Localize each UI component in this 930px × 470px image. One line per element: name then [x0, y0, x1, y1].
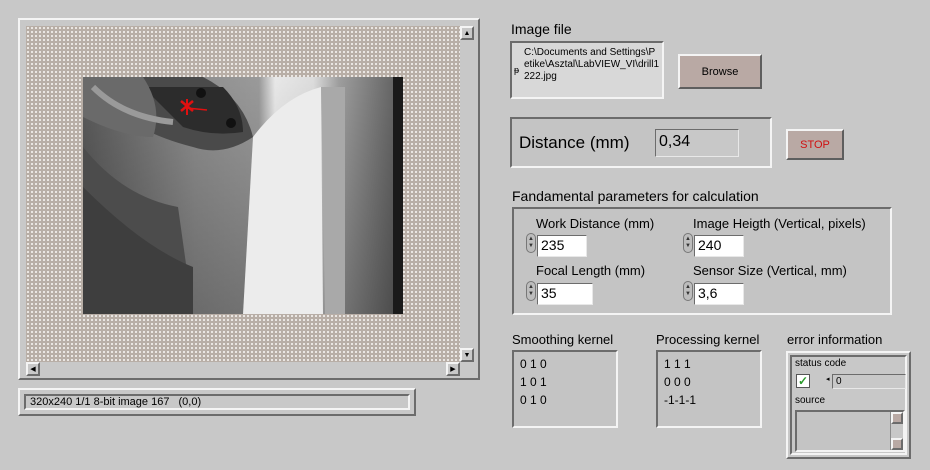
source-scroll-thumb[interactable]: [891, 412, 903, 424]
decrement-icon: ▼: [528, 243, 534, 249]
focal-length-input[interactable]: 35: [537, 283, 593, 305]
sensor-size-input[interactable]: 3,6: [694, 283, 744, 305]
image-height-spinner[interactable]: ▲ ▼: [683, 233, 693, 253]
image-file-path[interactable]: ᵽ C:\Documents and Settings\Petike\Aszta…: [510, 41, 664, 99]
sensor-size-label: Sensor Size (Vertical, mm): [693, 263, 847, 278]
arrow-up-icon: ▲: [463, 29, 471, 37]
distance-value: 0,34: [655, 129, 739, 157]
smoothing-kernel-input[interactable]: 0 1 0 1 0 1 0 1 0: [512, 350, 618, 428]
image-status-bar: 320x240 1/1 8-bit image 167 (0,0): [18, 388, 416, 416]
focal-length-spinner[interactable]: ▲ ▼: [526, 281, 536, 301]
source-scrollbar[interactable]: [890, 412, 903, 450]
increment-icon: ▲: [685, 284, 691, 290]
work-distance-input[interactable]: 235: [537, 235, 587, 257]
browse-button[interactable]: Browse: [678, 54, 762, 89]
increment-icon: ▲: [528, 236, 534, 242]
distance-label: Distance (mm): [519, 133, 630, 152]
checkmark-icon: ✓: [797, 374, 809, 388]
error-info-cluster: status code ✓ ◂ 0 source: [786, 351, 911, 459]
error-info-title: error information: [787, 332, 883, 347]
work-distance-label: Work Distance (mm): [536, 216, 655, 231]
cursor-coords: (0,0): [178, 396, 202, 408]
params-panel: Work Distance (mm) ▲ ▼ 235 Image Heigth (…: [512, 207, 892, 315]
stop-button[interactable]: STOP: [786, 129, 844, 160]
decrement-icon: ▼: [528, 291, 534, 297]
scroll-left-button[interactable]: ◀: [26, 362, 40, 376]
code-spinner-icon: ◂: [826, 376, 830, 383]
source-field: [795, 410, 905, 452]
increment-icon: ▲: [685, 236, 691, 242]
image-canvas[interactable]: [26, 26, 460, 362]
arrow-down-icon: ▼: [463, 351, 471, 359]
scroll-down-button[interactable]: ▼: [460, 348, 474, 362]
scroll-right-button[interactable]: ▶: [446, 362, 460, 376]
image-height-input[interactable]: 240: [694, 235, 744, 257]
distance-panel: Distance (mm) 0,34: [510, 117, 772, 168]
source-scroll-end[interactable]: [891, 438, 903, 450]
status-checkbox[interactable]: ✓: [796, 374, 810, 388]
arrow-left-icon: ◀: [30, 365, 36, 373]
scroll-up-button[interactable]: ▲: [460, 26, 474, 40]
focal-length-label: Focal Length (mm): [536, 263, 646, 278]
folder-icon: ᵽ: [514, 65, 520, 75]
drill-photo: [83, 77, 403, 314]
increment-icon: ▲: [528, 284, 534, 290]
work-distance-spinner[interactable]: ▲ ▼: [526, 233, 536, 253]
processing-kernel-input[interactable]: 1 1 1 0 0 0 -1-1-1: [656, 350, 762, 428]
image-horizontal-scrollbar[interactable]: ◀ ▶: [26, 362, 460, 376]
params-title: Fandamental parameters for calculation: [512, 188, 759, 204]
smoothing-kernel-label: Smoothing kernel: [512, 332, 614, 347]
image-file-label: Image file: [511, 21, 572, 37]
decrement-icon: ▼: [685, 243, 691, 249]
error-code-field: 0: [832, 374, 906, 389]
decrement-icon: ▼: [685, 291, 691, 297]
status-code-label: status code: [795, 358, 847, 369]
sensor-size-spinner[interactable]: ▲ ▼: [683, 281, 693, 301]
image-height-label: Image Heigth (Vertical, pixels): [693, 216, 866, 231]
image-vertical-scrollbar[interactable]: ▲ ▼: [460, 26, 474, 362]
arrow-right-icon: ▶: [450, 365, 456, 373]
image-info-text: 320x240 1/1 8-bit image 167: [30, 396, 170, 408]
processing-kernel-label: Processing kernel: [656, 332, 760, 347]
source-label: source: [795, 395, 826, 406]
